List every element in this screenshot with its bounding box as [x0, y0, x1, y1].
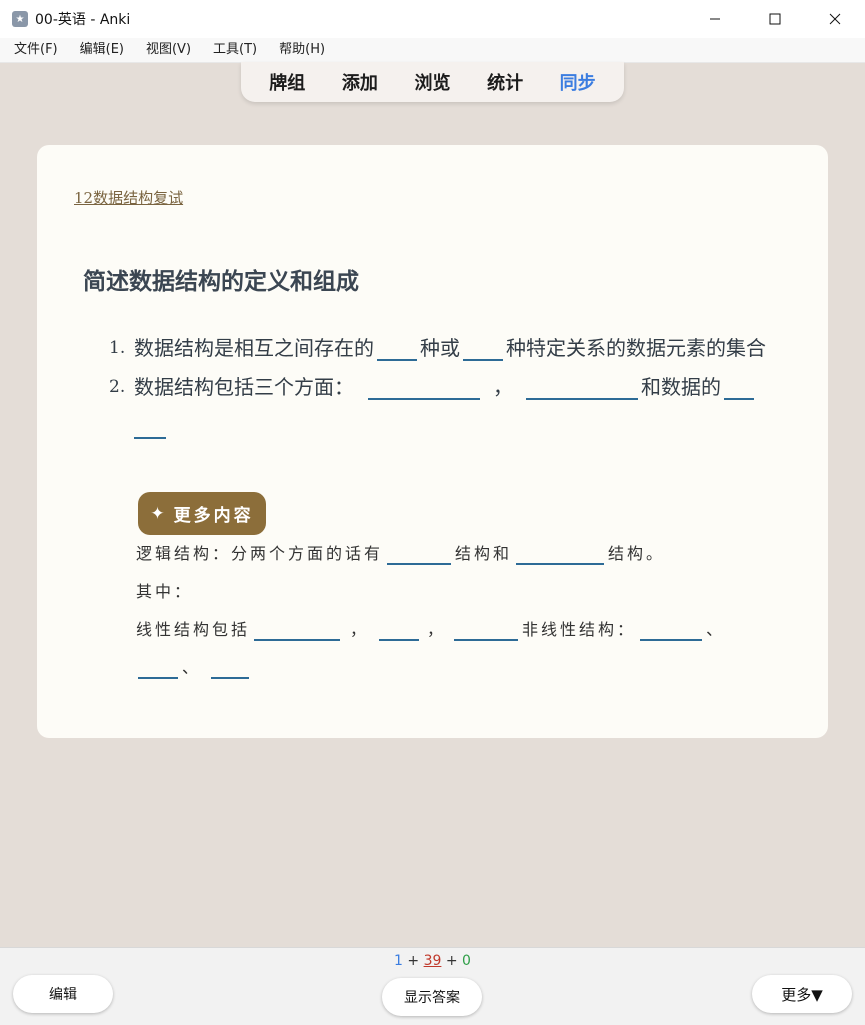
- more-text: ，: [350, 620, 370, 639]
- review-card: 12数据结构复试 简述数据结构的定义和组成 1. 数据结构是相互之间存在的 种或 种…: [37, 145, 828, 738]
- plus-sign: +: [407, 953, 420, 969]
- menu-edit[interactable]: 编辑(E): [71, 38, 133, 62]
- list-text: 种特定关系的数据元素的集合: [506, 336, 766, 360]
- cloze-blank: [379, 617, 420, 641]
- more-content-button[interactable]: ✦ 更多内容: [138, 492, 266, 535]
- anki-star-icon: ★: [12, 11, 28, 27]
- cloze-blank: [377, 331, 417, 361]
- deck-link[interactable]: 12数据结构复试: [74, 187, 183, 208]
- show-answer-button[interactable]: 显示答案: [382, 978, 482, 1016]
- list-text: 数据结构包括三个方面：: [134, 375, 354, 399]
- cloze-blank: [526, 370, 638, 400]
- cloze-blank: [463, 331, 503, 361]
- toolbar-browse[interactable]: 浏览: [414, 69, 450, 95]
- card-title: 简述数据结构的定义和组成: [83, 269, 359, 295]
- cloze-blank: [211, 655, 250, 679]
- more-button[interactable]: 更多▼: [752, 975, 852, 1013]
- list-item: 1. 数据结构是相互之间存在的 种或 种特定关系的数据元素的集合: [109, 329, 789, 368]
- more-content: 逻辑结构：分两个方面的话有 结构和 结构。 其中： 线性结构包括，，非线性结构：、 …: [136, 535, 756, 687]
- cloze-blank: [640, 617, 703, 641]
- cloze-blank: [134, 409, 166, 439]
- cloze-blank: [368, 370, 480, 400]
- list-text: 和数据的: [641, 375, 721, 399]
- list-text: 种或: [420, 336, 460, 360]
- close-button[interactable]: [805, 0, 865, 38]
- window-title: 00-英语 - Anki: [35, 12, 131, 28]
- toolbar-decks[interactable]: 牌组: [269, 69, 305, 95]
- more-text: ，: [427, 620, 447, 639]
- maximize-button[interactable]: [745, 0, 805, 38]
- cloze-blank: [254, 617, 341, 641]
- cloze-blank: [724, 370, 754, 400]
- edit-button[interactable]: 编辑: [13, 975, 113, 1013]
- window-controls: [685, 0, 865, 38]
- more-content-label: 更多内容: [173, 506, 254, 526]
- maximize-icon: [769, 13, 781, 25]
- more-text: 、: [706, 620, 726, 639]
- sparkle-icon: ✦: [150, 503, 168, 524]
- more-text: 线性结构包括: [136, 620, 251, 639]
- more-line: 、: [136, 649, 756, 687]
- menu-tools[interactable]: 工具(T): [204, 38, 266, 62]
- cloze-blank: [454, 617, 519, 641]
- more-text: 、: [182, 658, 202, 677]
- cloze-blank: [387, 541, 452, 565]
- more-line: 逻辑结构：分两个方面的话有 结构和 结构。: [136, 535, 756, 573]
- learn-count: 39: [423, 953, 442, 969]
- list-text: 数据结构是相互之间存在的: [134, 336, 374, 360]
- plus-sign: +: [445, 953, 458, 969]
- main-toolbar: 牌组 添加 浏览 统计 同步: [241, 62, 624, 102]
- menu-file[interactable]: 文件(F): [5, 38, 67, 62]
- list-text: ，: [493, 375, 513, 399]
- more-line: 其中：: [136, 573, 756, 611]
- close-icon: [829, 13, 841, 25]
- menu-help[interactable]: 帮助(H): [270, 38, 334, 62]
- minimize-icon: [710, 18, 720, 20]
- more-text: 非线性结构：: [522, 620, 637, 639]
- title-bar: ★ 00-英语 - Anki: [0, 0, 865, 38]
- new-count: 1: [394, 953, 403, 969]
- menu-view[interactable]: 视图(V): [137, 38, 200, 62]
- menu-bar: 文件(F) 编辑(E) 视图(V) 工具(T) 帮助(H): [0, 38, 865, 63]
- answer-list: 1. 数据结构是相互之间存在的 种或 种特定关系的数据元素的集合 2. 数据结构包括…: [109, 329, 789, 446]
- minimize-button[interactable]: [685, 0, 745, 38]
- list-item: 2. 数据结构包括三个方面： ， 和数据的: [109, 368, 789, 446]
- more-text: 其中：: [136, 582, 194, 601]
- list-number: 1.: [109, 338, 126, 358]
- bottom-bar: 1 + 39 + 0 编辑 显示答案 更多▼: [0, 947, 865, 1025]
- more-line: 线性结构包括 ， ， 非线性结构： 、: [136, 611, 756, 649]
- card-counts: 1 + 39 + 0: [0, 953, 865, 969]
- toolbar-sync[interactable]: 同步: [560, 69, 596, 95]
- cloze-blank: [516, 541, 605, 565]
- review-count: 0: [462, 953, 471, 969]
- more-text: 结构。: [608, 544, 666, 563]
- cloze-blank: [138, 655, 178, 679]
- list-number: 2.: [109, 377, 126, 397]
- toolbar-stats[interactable]: 统计: [487, 69, 523, 95]
- more-text: 逻辑结构：分两个方面的话有: [136, 544, 384, 563]
- toolbar-add[interactable]: 添加: [342, 69, 378, 95]
- more-text: 结构和: [455, 544, 513, 563]
